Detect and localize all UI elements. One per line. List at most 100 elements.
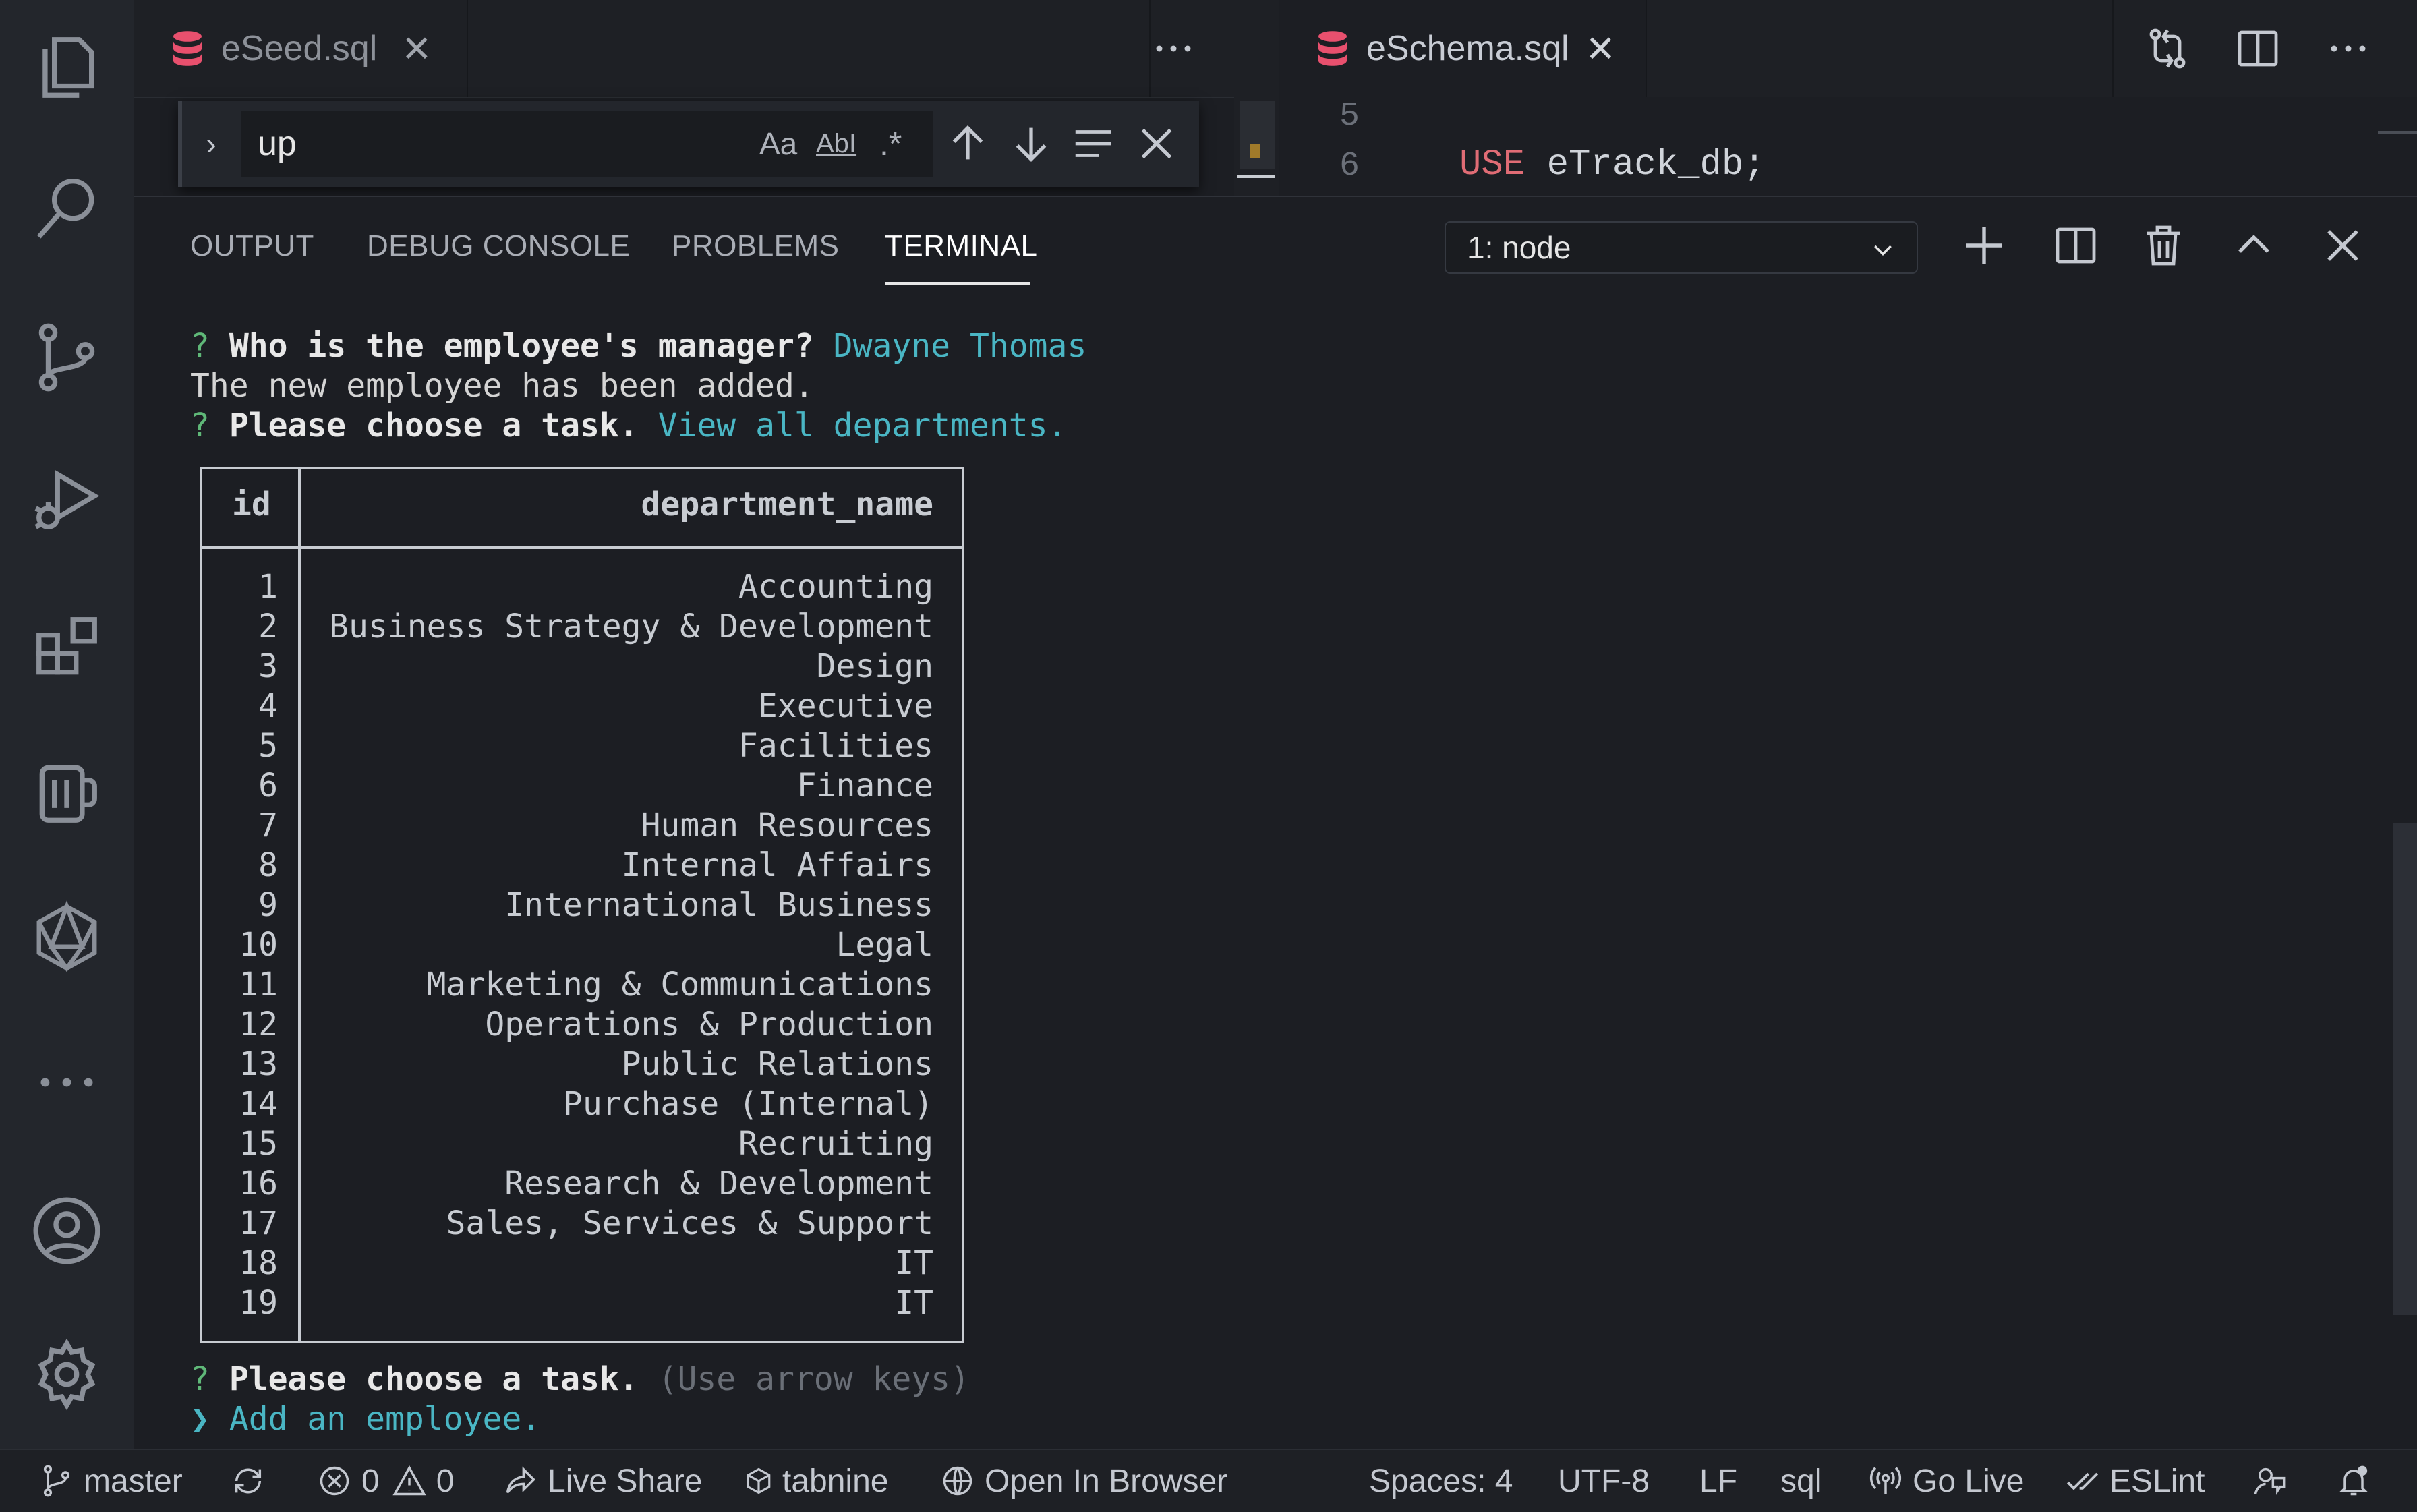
- language-indicator[interactable]: sql: [1780, 1450, 1822, 1512]
- tab-terminal[interactable]: TERMINAL: [885, 229, 1037, 263]
- eol-indicator[interactable]: LF: [1699, 1450, 1737, 1512]
- table-cell-id: 16: [239, 1165, 278, 1202]
- branch-indicator[interactable]: master: [39, 1450, 183, 1512]
- tab-eschema[interactable]: eSchema.sql ✕: [1279, 0, 1647, 97]
- trash-icon[interactable]: [2139, 221, 2188, 270]
- run-debug-icon[interactable]: [0, 432, 134, 566]
- prompt-mark: ?: [190, 327, 210, 365]
- table-cell-id: 6: [258, 767, 278, 805]
- prompt-answer: View all departments.: [658, 407, 1068, 444]
- left-tab-strip: eSeed.sql ✕: [134, 0, 1244, 97]
- problems-indicator[interactable]: 0 0: [317, 1450, 454, 1512]
- departments-table: id department_name 1 Accounting 2 Business …: [200, 467, 964, 1343]
- tab-eseed[interactable]: eSeed.sql ✕: [134, 0, 468, 97]
- source-control-icon[interactable]: [0, 290, 134, 425]
- more-icon[interactable]: [0, 1015, 134, 1150]
- more-actions-icon[interactable]: [1149, 24, 1198, 73]
- prompt-question: Please choose a task.: [229, 407, 639, 444]
- extensions-icon[interactable]: [0, 580, 134, 715]
- table-divider: [298, 469, 301, 1341]
- minimap-match: [1250, 144, 1260, 158]
- table-cell-department-name: International Business: [504, 886, 933, 924]
- choice-pointer: ❯: [190, 1400, 210, 1438]
- table-cell-department-name: Recruiting: [738, 1125, 933, 1163]
- next-match-icon[interactable]: [1008, 120, 1055, 167]
- table-cell-id: 7: [258, 807, 278, 844]
- open-in-browser-button[interactable]: Open In Browser: [940, 1450, 1227, 1512]
- tabnine-icon: [747, 1467, 771, 1494]
- close-find-icon[interactable]: [1133, 120, 1180, 167]
- new-terminal-icon[interactable]: [1960, 221, 2008, 270]
- table-cell-id: 8: [258, 846, 278, 884]
- eslint-indicator[interactable]: ESLint: [2065, 1450, 2205, 1512]
- sync-icon[interactable]: [231, 1450, 275, 1512]
- table-cell-department-name: Research & Development: [504, 1165, 933, 1202]
- notifications-bell-icon[interactable]: [2336, 1450, 2381, 1512]
- terminal-line: ? Please choose a task. View all departm…: [190, 406, 1067, 446]
- table-header-department-name: department_name: [641, 486, 933, 523]
- go-live-button[interactable]: Go Live: [1868, 1450, 2024, 1512]
- database-icon: [173, 31, 202, 66]
- table-cell-department-name: Public Relations: [621, 1045, 933, 1083]
- search-icon[interactable]: [0, 142, 134, 277]
- tabnine-button[interactable]: tabnine: [745, 1450, 888, 1512]
- table-cell-id: 5: [258, 727, 278, 765]
- toggle-replace-icon[interactable]: ›: [194, 120, 228, 167]
- previous-match-icon[interactable]: [944, 120, 991, 167]
- sql-text: eTrack_db;: [1525, 144, 1766, 185]
- terminal-line: ? Please choose a task. (Use arrow keys): [190, 1360, 970, 1399]
- database-icon: [1318, 31, 1347, 66]
- polyhedron-icon[interactable]: [0, 870, 134, 1005]
- live-share-label: Live Share: [548, 1463, 703, 1499]
- regex-toggle[interactable]: .*: [879, 111, 902, 177]
- table-cell-department-name: IT: [894, 1244, 933, 1282]
- find-in-selection-icon[interactable]: [1070, 120, 1117, 167]
- tab-debug-console[interactable]: DEBUG CONSOLE: [367, 229, 630, 263]
- live-share-button[interactable]: Live Share: [503, 1450, 702, 1512]
- table-cell-department-name: Human Resources: [641, 807, 933, 844]
- close-icon[interactable]: ✕: [1585, 28, 1616, 70]
- more-actions-icon[interactable]: [2324, 24, 2372, 73]
- table-cell-id: 2: [258, 608, 278, 645]
- close-panel-icon[interactable]: [2319, 221, 2367, 270]
- branch-name: master: [84, 1463, 183, 1499]
- prompt-mark: ?: [190, 407, 210, 444]
- compare-changes-icon[interactable]: [2143, 24, 2192, 73]
- globe-icon: [943, 1466, 972, 1496]
- feedback-icon[interactable]: [2252, 1450, 2297, 1512]
- account-icon[interactable]: [0, 1163, 134, 1298]
- table-cell-id: 9: [258, 886, 278, 924]
- terminal-scrollbar[interactable]: [2393, 823, 2417, 1315]
- settings-gear-icon[interactable]: [0, 1307, 134, 1442]
- error-count: 0: [361, 1463, 380, 1499]
- tab-label: eSeed.sql: [221, 29, 378, 68]
- table-cell-id: 18: [239, 1244, 278, 1282]
- maximize-panel-icon[interactable]: [2230, 221, 2278, 270]
- terminal-choice[interactable]: ❯ Add an employee.: [190, 1399, 541, 1439]
- split-editor-icon[interactable]: [2234, 24, 2282, 73]
- close-icon[interactable]: ✕: [401, 28, 432, 70]
- tab-problems[interactable]: PROBLEMS: [672, 229, 840, 263]
- prompt-answer: Dwayne Thomas: [833, 327, 1087, 365]
- line-number: 5: [1339, 97, 1360, 136]
- table-cell-department-name: Design: [816, 647, 933, 685]
- table-cell-id: 12: [239, 1006, 278, 1043]
- split-terminal-icon[interactable]: [2051, 221, 2100, 270]
- indentation-indicator[interactable]: Spaces: 4: [1369, 1450, 1513, 1512]
- minimap[interactable]: [1234, 97, 1279, 196]
- tab-output[interactable]: OUTPUT: [190, 229, 314, 263]
- chevron-down-icon: [1874, 245, 1892, 256]
- whole-word-toggle[interactable]: AbI: [816, 111, 856, 177]
- right-editor[interactable]: 5 6 USE eTrack_db;: [1279, 97, 2417, 196]
- terminal-select[interactable]: 1: node: [1445, 221, 1918, 274]
- table-cell-department-name: Executive: [757, 687, 933, 725]
- encoding-indicator[interactable]: UTF-8: [1558, 1450, 1650, 1512]
- match-case-toggle[interactable]: Aa: [759, 111, 797, 177]
- table-cell-id: 15: [239, 1125, 278, 1163]
- table-cell-department-name: Accounting: [738, 568, 933, 606]
- database-mug-icon[interactable]: [0, 725, 134, 860]
- terminal-select-value: 1: node: [1467, 230, 1571, 265]
- tabnine-label: tabnine: [782, 1463, 889, 1499]
- git-branch-icon: [43, 1465, 70, 1497]
- files-icon[interactable]: [0, 0, 134, 135]
